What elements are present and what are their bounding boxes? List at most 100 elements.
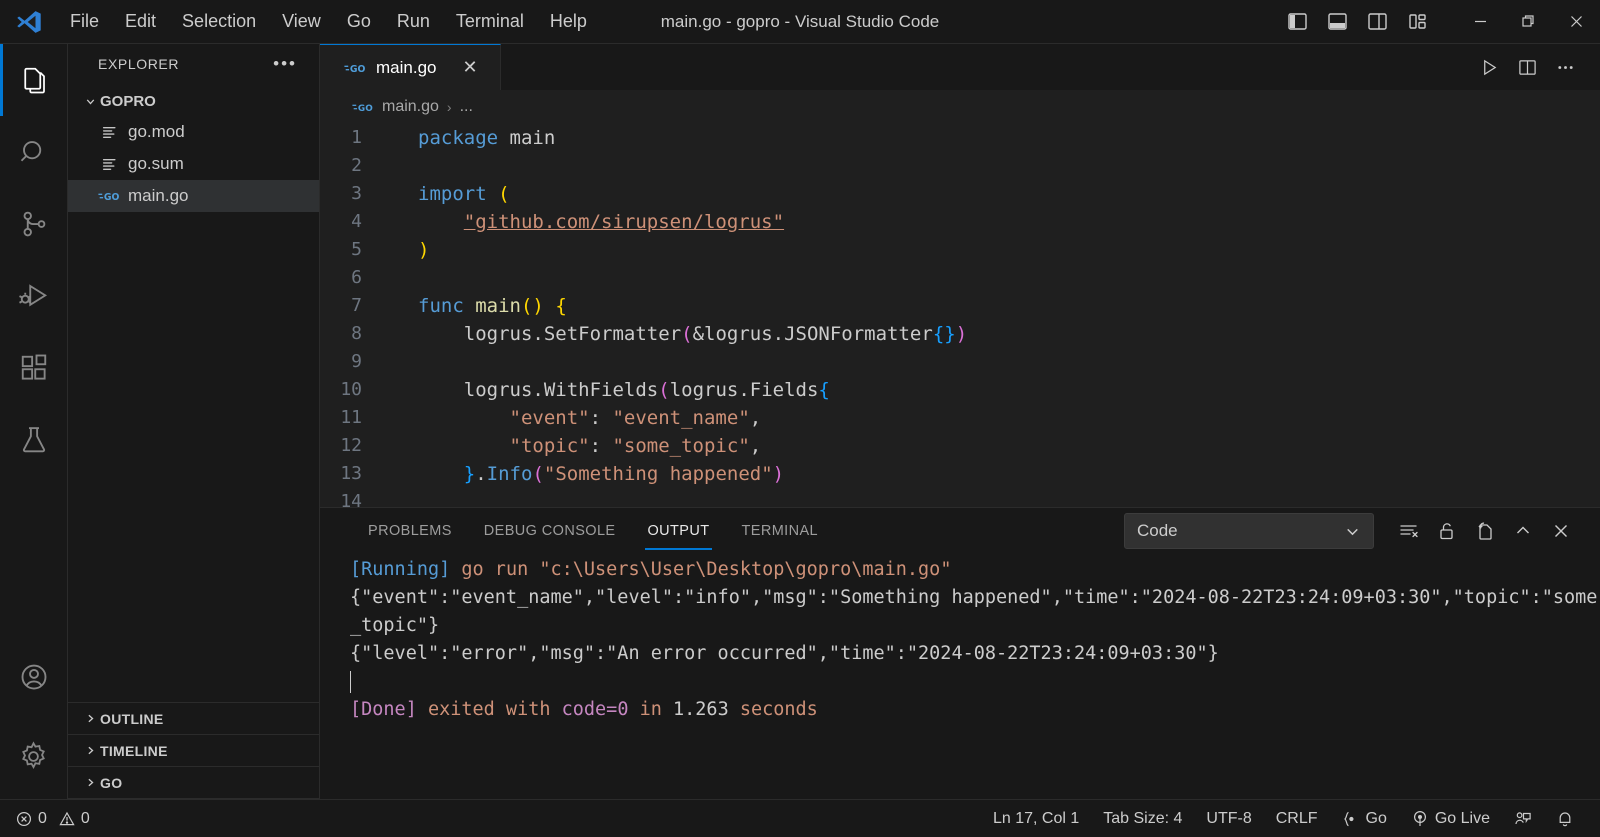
chevron-right-icon (80, 744, 100, 757)
status-remote-feedback[interactable] (1502, 800, 1544, 837)
menu-terminal[interactable]: Terminal (444, 7, 536, 36)
bottom-panel: PROBLEMS DEBUG CONSOLE OUTPUT TERMINAL C… (320, 507, 1600, 799)
tree-root-gopro[interactable]: GOPRO (68, 86, 319, 116)
clear-output-icon[interactable] (1392, 514, 1426, 548)
code-line-text[interactable]: package main (388, 124, 555, 152)
status-encoding[interactable]: UTF-8 (1194, 800, 1263, 837)
activitybar-source-control-icon[interactable] (0, 188, 68, 260)
minimize-button[interactable] (1456, 0, 1504, 44)
chevron-down-icon (1344, 523, 1361, 540)
chevron-right-icon (80, 712, 100, 725)
code-token: &logrus.JSONFormatter (692, 323, 933, 345)
menu-selection[interactable]: Selection (170, 7, 268, 36)
customize-layout-icon[interactable] (1400, 6, 1434, 38)
code-line: 9 (320, 348, 1600, 376)
activitybar-accounts-icon[interactable] (0, 641, 68, 713)
code-line-text[interactable]: }.Info("Something happened") (388, 460, 784, 488)
pane-timeline[interactable]: TIMELINE (68, 735, 319, 767)
editor-more-actions-icon[interactable] (1548, 50, 1582, 84)
menu-view[interactable]: View (270, 7, 333, 36)
status-go-live-label: Go Live (1434, 809, 1490, 827)
code-line-text[interactable]: ) (388, 236, 429, 264)
status-eol[interactable]: CRLF (1264, 800, 1330, 837)
feedback-person-icon (1514, 810, 1532, 828)
line-number: 12 (340, 435, 362, 456)
toggle-primary-sidebar-icon[interactable] (1280, 6, 1314, 38)
explorer-more-actions-icon[interactable]: ••• (267, 55, 303, 72)
status-go-live[interactable]: Go Live (1399, 800, 1502, 837)
line-number: 8 (351, 323, 362, 344)
status-problems[interactable]: 0 0 (16, 800, 102, 837)
line-number: 6 (351, 267, 362, 288)
code-editor[interactable]: 1 package main 2 3 import (4 "github.com/sir… (320, 124, 1600, 507)
menu-help[interactable]: Help (538, 7, 599, 36)
code-line-text[interactable]: "github.com/sirupsen/logrus" (388, 208, 784, 236)
panel-tab-terminal[interactable]: TERMINAL (726, 508, 835, 554)
chevron-down-icon (80, 95, 100, 108)
activitybar-run-and-debug-icon[interactable] (0, 260, 68, 332)
tree-item-go-mod[interactable]: go.mod (68, 116, 319, 148)
breadcrumb-separator-icon: › (446, 99, 452, 115)
code-token: ( (532, 463, 544, 485)
code-line-text[interactable]: func main() { (388, 292, 567, 320)
output-channel-select[interactable]: Code (1124, 513, 1374, 549)
maximize-button[interactable] (1504, 0, 1552, 44)
panel-tab-output[interactable]: OUTPUT (631, 508, 725, 554)
activitybar-explorer-icon[interactable] (0, 44, 68, 116)
code-line: 12 "topic": "some_topic", (320, 432, 1600, 460)
code-line-text[interactable]: logrus.SetFormatter(&logrus.JSONFormatte… (388, 320, 967, 348)
line-number: 11 (340, 407, 362, 428)
status-language-mode[interactable]: Go (1330, 800, 1399, 837)
menu-file[interactable]: File (58, 7, 111, 36)
activitybar-search-icon[interactable] (0, 116, 68, 188)
vscode-window: File Edit Selection View Go Run Terminal… (0, 0, 1600, 837)
output-segment: code=0 (561, 699, 629, 720)
breadcrumb-symbols[interactable]: ... (460, 98, 473, 116)
output-segment: [Done] (350, 699, 428, 720)
activitybar-testing-icon[interactable] (0, 404, 68, 476)
code-token: func (418, 295, 476, 317)
close-panel-icon[interactable] (1544, 514, 1578, 548)
tree-item-main-go[interactable]: GO main.go (68, 180, 319, 212)
tab-main-go[interactable]: GO main.go ✕ (320, 44, 501, 90)
maximize-panel-size-icon[interactable] (1506, 514, 1540, 548)
code-line-text[interactable]: import ( (388, 180, 510, 208)
menu-edit[interactable]: Edit (113, 7, 168, 36)
code-token: { (818, 379, 830, 401)
status-tab-size[interactable]: Tab Size: 4 (1091, 800, 1194, 837)
panel-tabs: PROBLEMS DEBUG CONSOLE OUTPUT TERMINAL (352, 508, 834, 554)
split-editor-right-icon[interactable] (1510, 50, 1544, 84)
pane-outline[interactable]: OUTLINE (68, 703, 319, 735)
status-notifications[interactable] (1544, 800, 1586, 837)
status-cursor-position[interactable]: Ln 17, Col 1 (981, 800, 1091, 837)
code-token: {} (932, 323, 956, 345)
run-code-icon[interactable] (1472, 50, 1506, 84)
panel-tab-problems[interactable]: PROBLEMS (352, 508, 468, 554)
toggle-panel-icon[interactable] (1320, 6, 1354, 38)
output-segment: "c:\Users\User\Desktop\gopro\main.go" (539, 559, 952, 580)
output-line: [Running] go run "c:\Users\User\Desktop\… (320, 556, 1600, 584)
turn-auto-scrolling-off-lock-icon[interactable] (1430, 514, 1464, 548)
code-line-text[interactable]: "topic": "some_topic", (388, 432, 762, 460)
code-token: : (589, 407, 613, 429)
menu-go[interactable]: Go (335, 7, 383, 36)
open-output-in-editor-icon[interactable] (1468, 514, 1502, 548)
pane-go[interactable]: GO (68, 767, 319, 799)
activitybar-extensions-icon[interactable] (0, 332, 68, 404)
output-view[interactable]: [Running] go run "c:\Users\User\Desktop\… (320, 554, 1600, 799)
warning-icon (59, 811, 75, 827)
tree-item-go-sum[interactable]: go.sum (68, 148, 319, 180)
toggle-secondary-sidebar-icon[interactable] (1360, 6, 1394, 38)
code-line-text[interactable]: "event": "event_name", (388, 404, 762, 432)
status-bar: 0 0 Ln 17, Col 1 Tab Size: 4 UTF-8 CRLF … (0, 799, 1600, 837)
tab-close-icon[interactable]: ✕ (456, 55, 483, 80)
code-token: "some_topic" (612, 435, 750, 457)
menu-run[interactable]: Run (385, 7, 442, 36)
code-line-text[interactable]: logrus.WithFields(logrus.Fields{ (388, 376, 830, 404)
breadcrumb-file[interactable]: main.go (382, 98, 439, 116)
activitybar-settings-gear-icon[interactable] (0, 713, 68, 799)
panel-header: PROBLEMS DEBUG CONSOLE OUTPUT TERMINAL C… (320, 508, 1600, 554)
close-button[interactable] (1552, 0, 1600, 44)
panel-tab-debug-console[interactable]: DEBUG CONSOLE (468, 508, 632, 554)
